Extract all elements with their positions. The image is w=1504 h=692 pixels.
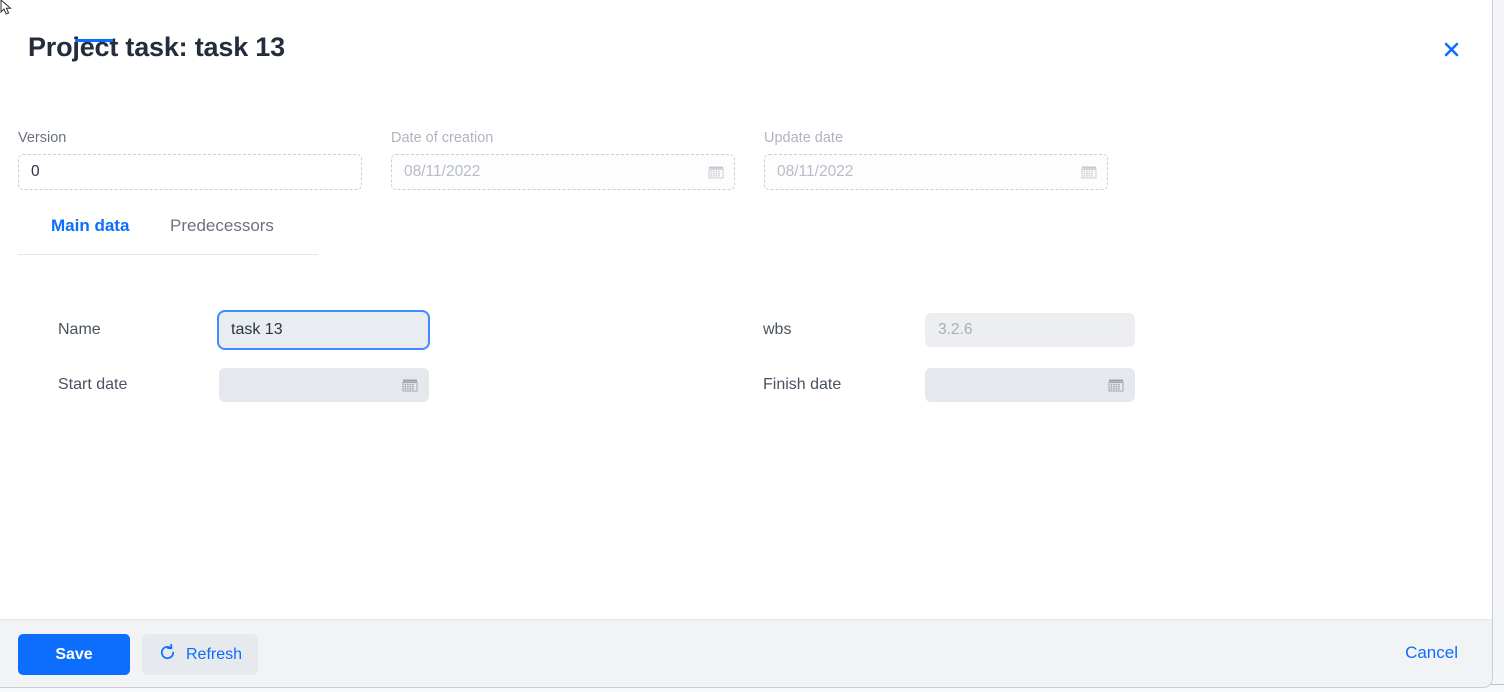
close-icon[interactable] [1435, 33, 1467, 65]
update-date-value: 08/11/2022 [777, 163, 854, 181]
tab-divider [18, 254, 318, 255]
finish-date-input[interactable] [925, 368, 1135, 402]
tab-predecessors[interactable]: Predecessors [170, 216, 274, 246]
name-input-value: task 13 [231, 321, 283, 338]
calendar-icon[interactable] [708, 164, 724, 180]
field-finish-date-label: Finish date [763, 376, 842, 394]
field-date-of-creation: Date of creation 08/11/2022 [391, 130, 735, 191]
top-fields-row: Version 0 Date of creation 08/11/2022 Up… [0, 130, 1492, 210]
date-of-creation-value: 08/11/2022 [404, 163, 481, 181]
save-button[interactable]: Save [18, 634, 130, 675]
field-version-label: Version [18, 130, 67, 146]
refresh-icon [158, 643, 177, 667]
dialog-header: Project task: task 13 [0, 0, 1492, 100]
field-version: Version 0 [18, 130, 362, 191]
refresh-button[interactable]: Refresh [142, 634, 259, 675]
dialog-footer: Save Refresh Cancel [0, 619, 1492, 687]
field-date-of-creation-label: Date of creation [391, 130, 494, 146]
calendar-icon[interactable] [1108, 377, 1124, 393]
field-wbs: wbs 3.2.6 [763, 313, 1135, 347]
start-date-input[interactable] [219, 368, 429, 402]
field-update-date-label: Update date [764, 130, 844, 146]
field-name: Name task 13 [58, 310, 430, 350]
wbs-input-value: 3.2.6 [938, 321, 973, 338]
date-of-creation-input[interactable]: 08/11/2022 [391, 154, 735, 191]
refresh-button-label: Refresh [186, 645, 243, 663]
field-start-date: Start date [58, 368, 429, 402]
name-input[interactable]: task 13 [217, 310, 430, 350]
calendar-icon[interactable] [402, 377, 418, 393]
update-date-input[interactable]: 08/11/2022 [764, 154, 1108, 191]
active-tab-indicator [75, 39, 113, 42]
version-input[interactable]: 0 [18, 154, 362, 191]
page-title: Project task: task 13 [28, 32, 285, 62]
field-name-label: Name [58, 321, 101, 339]
version-input-value: 0 [31, 163, 40, 181]
tab-main-data[interactable]: Main data [51, 216, 129, 246]
field-wbs-label: wbs [763, 321, 792, 339]
calendar-icon[interactable] [1081, 164, 1097, 180]
field-finish-date: Finish date [763, 368, 1135, 402]
tab-bar: Main data Predecessors [18, 216, 318, 256]
cancel-button[interactable]: Cancel [1399, 642, 1464, 664]
project-task-dialog: Project task: task 13 Version 0 Date of … [0, 0, 1493, 688]
field-start-date-label: Start date [58, 376, 128, 394]
wbs-input[interactable]: 3.2.6 [925, 313, 1135, 347]
field-update-date: Update date 08/11/2022 [764, 130, 1108, 191]
